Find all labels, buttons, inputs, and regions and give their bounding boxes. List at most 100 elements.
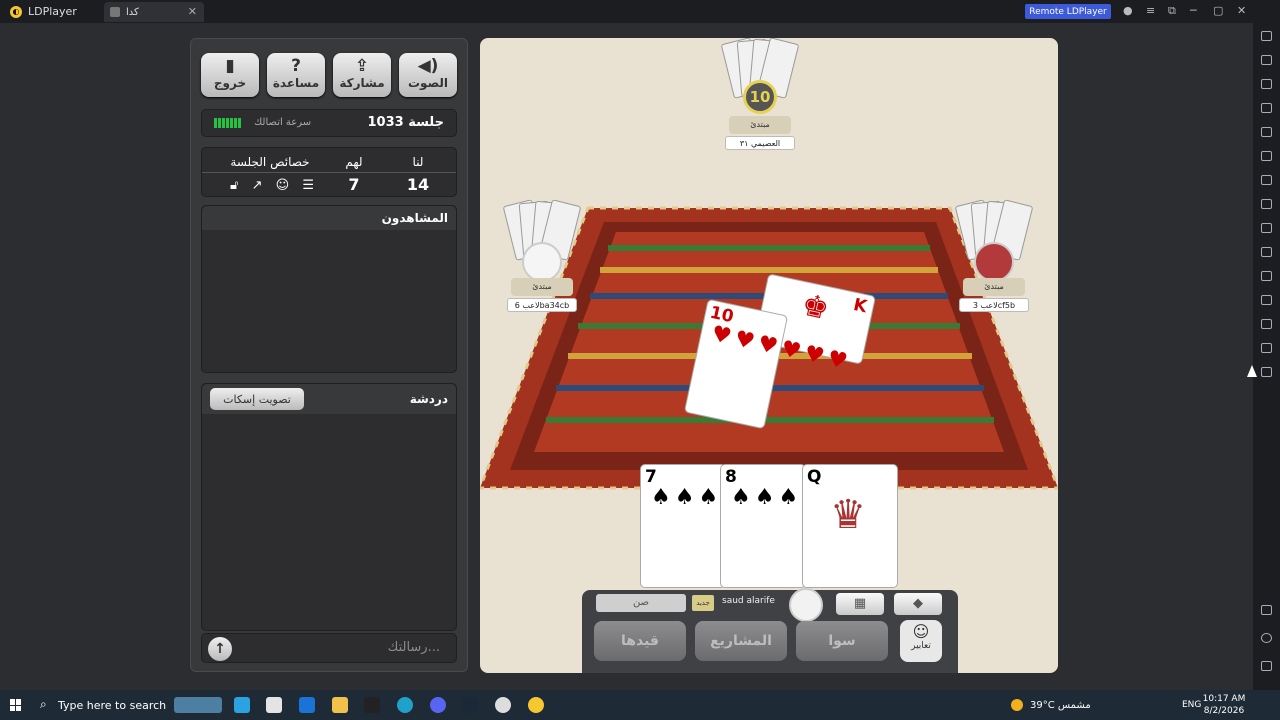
fire-button[interactable]: ◆ — [894, 593, 942, 615]
player-top[interactable]: 10 مبتدئ العصيمي ٣١ — [720, 38, 800, 154]
outlook-icon[interactable] — [299, 697, 315, 713]
record-icon[interactable] — [1261, 151, 1272, 161]
sound-button[interactable]: ◀) الصوت — [399, 53, 457, 97]
robot-icon[interactable] — [1261, 199, 1272, 209]
share-icon: ⇪ — [354, 56, 370, 76]
window-mode-icon[interactable]: ⧉ — [1168, 4, 1176, 18]
left-margin — [0, 23, 32, 690]
player-right[interactable]: مبتدئ لاعب 3cf5b — [954, 199, 1034, 316]
keyboard-icon[interactable] — [1261, 31, 1272, 41]
recents-icon[interactable] — [1261, 661, 1272, 671]
player-top-level: مبتدئ — [729, 116, 791, 134]
mute-vote-button[interactable]: تصويت إسكات — [210, 388, 304, 410]
props-header: خصائص الجلسة — [230, 155, 310, 169]
help-button[interactable]: ? مساعدة — [267, 53, 325, 97]
volume-up-icon[interactable] — [1261, 79, 1272, 89]
chatgpt-icon[interactable] — [495, 697, 511, 713]
emulator-toolbar — [1253, 23, 1280, 690]
taskbar: ⌕ Type here to search 39°C مشمس ENG 10:1… — [0, 690, 1280, 720]
projects-button[interactable]: المشاريع — [695, 621, 787, 661]
windows-start-icon[interactable] — [10, 699, 22, 711]
taskbar-search-input[interactable]: Type here to search — [58, 699, 166, 712]
session-number: جلسة 1033 — [367, 115, 444, 130]
my-avatar[interactable] — [789, 588, 823, 622]
help-icon: ? — [291, 56, 301, 76]
hand-card-queen-spades[interactable]: Q ♛ — [802, 464, 898, 588]
gift-button[interactable]: ▦ — [836, 593, 884, 615]
chat-title: دردشة — [409, 392, 448, 406]
player-right-name: لاعب 3cf5b — [959, 298, 1029, 312]
epic-games-icon[interactable] — [364, 697, 380, 713]
unlock-icon: 🔓︎ — [230, 178, 239, 193]
fire-icon: ◆ — [913, 596, 923, 611]
steam-icon[interactable] — [462, 697, 478, 713]
exit-button[interactable]: ▮ خروج — [201, 53, 259, 97]
menu-icon[interactable]: ≡ — [1146, 4, 1155, 17]
player-right-avatar — [974, 242, 1014, 282]
copilot-icon[interactable] — [234, 697, 250, 713]
watchers-title: المشاهدون — [381, 211, 448, 225]
folder-icon[interactable] — [1261, 319, 1272, 329]
list-icon: ☰ — [302, 178, 314, 193]
back-icon[interactable] — [1261, 605, 1272, 615]
maximize-icon[interactable]: ▢ — [1213, 4, 1223, 17]
close-tab-icon[interactable]: ✕ — [188, 5, 197, 18]
screenshot-icon[interactable] — [1261, 175, 1272, 185]
trump-type: صن — [596, 594, 686, 612]
ldplayer-taskbar-icon[interactable] — [528, 697, 544, 713]
share-button[interactable]: ⇪ مشاركة — [333, 53, 391, 97]
spades-pips-icon: ♠♠♠♠♠♠ — [731, 485, 869, 511]
weather[interactable]: 39°C مشمس — [1030, 700, 1091, 711]
smiley-icon: ☺ — [912, 622, 930, 641]
score-board: خصائص الجلسة لهم لنا 🔓︎ ↗ ☺ ☰ 7 14 — [201, 147, 457, 197]
sync-icon[interactable] — [1261, 271, 1272, 281]
location-icon[interactable] — [1261, 343, 1272, 353]
store-icon[interactable] — [266, 697, 282, 713]
search-icon[interactable]: ⌕ — [40, 697, 47, 712]
clock-time: 10:17 AM — [1202, 694, 1246, 704]
player-left-level: مبتدئ — [511, 278, 573, 296]
them-score: 7 — [348, 175, 360, 194]
tab-app-icon — [110, 7, 120, 17]
gamepad-icon[interactable] — [1261, 55, 1272, 65]
account-icon[interactable]: ● — [1123, 4, 1133, 17]
video-icon[interactable] — [1261, 247, 1272, 257]
emotes-button[interactable]: ☺ تعابير — [900, 620, 942, 662]
send-arrow-icon[interactable]: ↑ — [208, 637, 232, 661]
qaydha-button[interactable]: قيدها — [594, 621, 686, 661]
multi-instance-icon[interactable] — [1261, 367, 1272, 377]
file-explorer-icon[interactable] — [332, 697, 348, 713]
player-right-level: مبتدئ — [963, 278, 1025, 296]
language-indicator[interactable]: ENG — [1182, 700, 1201, 710]
watchers-box: المشاهدون — [201, 205, 457, 373]
search-highlight-icon[interactable] — [174, 697, 222, 713]
hand-card-7-spades[interactable]: 7 ♠♠♠♠♠♠ — [640, 464, 789, 588]
session-info: سرعة اتصالك جلسة 1033 — [201, 109, 457, 137]
app-name: LDPlayer — [28, 5, 77, 18]
hand-card-8-spades[interactable]: 8 ♠♠♠♠♠♠ — [720, 464, 869, 588]
side-panel: ▮ خروج ? مساعدة ⇪ مشاركة ◀) الصوت سرعة ا… — [190, 38, 468, 672]
fullscreen-icon[interactable] — [1261, 127, 1272, 137]
turn-timer: 10 — [743, 80, 777, 114]
sawa-button[interactable]: سوا — [796, 621, 888, 661]
home-icon[interactable] — [1261, 633, 1272, 643]
arrow-icon: ↗ — [251, 178, 263, 193]
minimize-icon[interactable]: ─ — [1190, 4, 1197, 17]
volume-down-icon[interactable] — [1261, 103, 1272, 113]
us-header: لنا — [412, 155, 424, 169]
player-left[interactable]: مبتدئ لاعب 6ba34cb — [502, 199, 582, 316]
clock[interactable]: 10:17 AM 8/2/2026 — [1200, 693, 1248, 717]
discord-icon[interactable] — [430, 697, 446, 713]
remote-ldplayer-button[interactable]: Remote LDPlayer — [1025, 4, 1111, 19]
close-window-icon[interactable]: ✕ — [1237, 4, 1246, 17]
tab-title: كدا — [126, 6, 139, 18]
install-apk-icon[interactable] — [1261, 295, 1272, 305]
edge-icon[interactable] — [397, 697, 413, 713]
chat-box: دردشة تصويت إسكات — [201, 383, 457, 631]
spades-pips-icon: ♠♠♠♠♠♠ — [651, 485, 789, 511]
new-badge: جديد — [692, 595, 714, 611]
tab-game[interactable]: كدا ✕ — [104, 2, 204, 22]
chat-input[interactable]: ↑ رسالتك... — [201, 633, 457, 663]
player-left-name: لاعب 6ba34cb — [507, 298, 577, 312]
scissors-icon[interactable] — [1261, 223, 1272, 233]
